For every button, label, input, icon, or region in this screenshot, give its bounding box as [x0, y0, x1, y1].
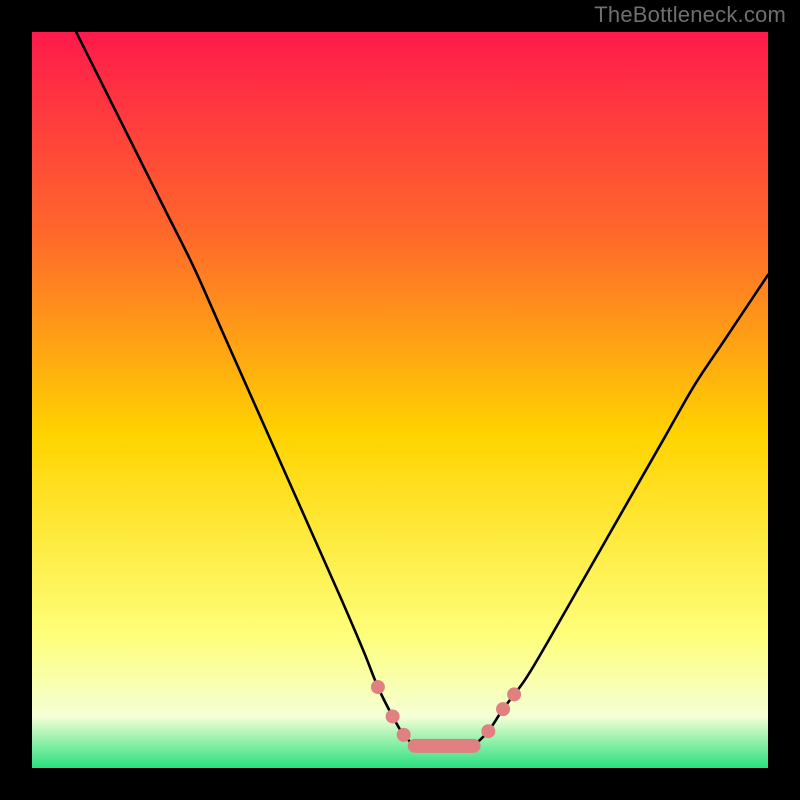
marker-bar	[408, 739, 481, 753]
marker-dot	[507, 687, 521, 701]
chart-svg	[32, 32, 768, 768]
marker-dot	[496, 702, 510, 716]
chart-plot	[32, 32, 768, 768]
gradient-background	[32, 32, 768, 768]
attribution-text: TheBottleneck.com	[594, 2, 786, 28]
chart-frame: TheBottleneck.com	[0, 0, 800, 800]
marker-dot	[386, 709, 400, 723]
marker-dot	[481, 724, 495, 738]
marker-dot	[397, 728, 411, 742]
marker-dot	[371, 680, 385, 694]
